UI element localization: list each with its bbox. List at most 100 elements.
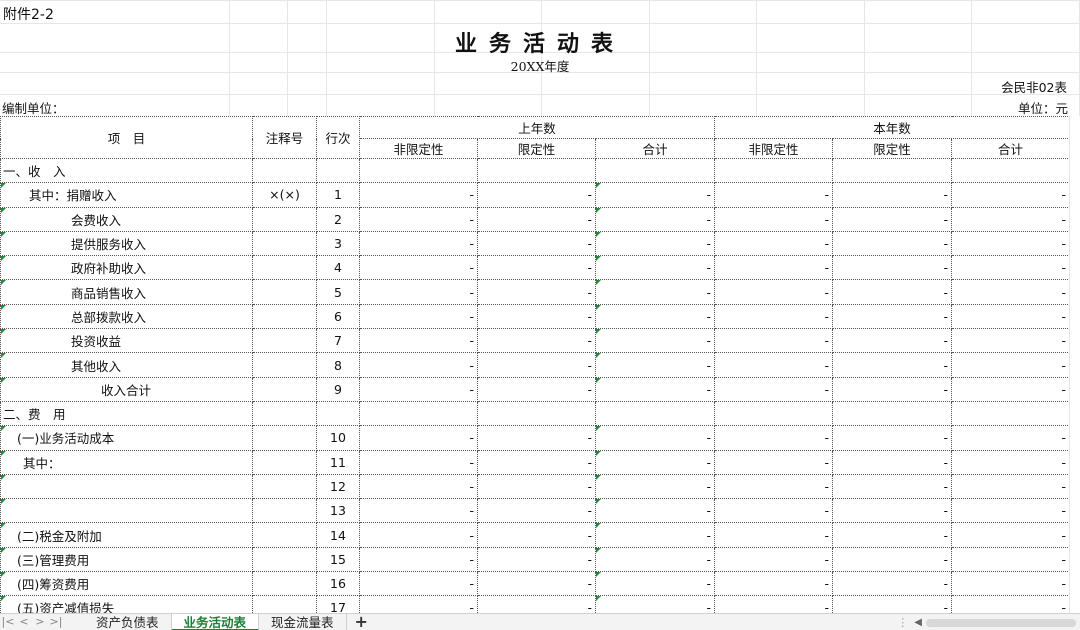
row-line-cell[interactable]: 1 (316, 182, 360, 208)
row-item-cell[interactable]: 一、收 入 (0, 157, 253, 184)
row-value-cell[interactable]: - (951, 425, 1071, 451)
row-value-cell[interactable]: - (832, 449, 953, 475)
row-value-cell[interactable]: - (832, 182, 953, 208)
row-note-cell[interactable] (252, 595, 317, 613)
row-value-cell[interactable]: - (359, 303, 478, 330)
row-value-cell[interactable]: - (714, 279, 834, 305)
row-value-cell[interactable]: - (594, 473, 716, 500)
scroll-thumb[interactable] (926, 618, 1076, 627)
row-value-cell[interactable]: - (832, 279, 953, 305)
row-value-cell[interactable]: - (714, 546, 834, 573)
row-value-cell[interactable]: - (832, 473, 953, 500)
row-value-cell[interactable]: - (832, 206, 953, 232)
row-value-cell[interactable]: - (594, 571, 716, 597)
header-this-restricted[interactable]: 限定性 (832, 138, 953, 159)
row-line-cell[interactable]: 11 (316, 449, 360, 475)
row-value-cell[interactable]: - (477, 449, 596, 475)
row-value-cell[interactable]: - (359, 571, 478, 597)
row-value-cell[interactable]: - (714, 206, 834, 232)
row-value-cell[interactable]: - (359, 279, 478, 305)
row-item-cell[interactable]: (五)资产减值损失 (0, 595, 253, 613)
row-value-cell[interactable]: - (832, 328, 953, 354)
row-value-cell[interactable]: - (594, 425, 716, 451)
row-value-cell[interactable]: - (477, 182, 596, 208)
row-item-cell[interactable] (0, 498, 253, 524)
row-item-cell[interactable]: 提供服务收入 (0, 230, 253, 257)
row-note-cell[interactable] (252, 352, 317, 378)
row-note-cell[interactable] (252, 279, 317, 305)
row-line-cell[interactable]: 2 (316, 206, 360, 232)
row-value-cell[interactable] (477, 400, 596, 427)
row-value-cell[interactable]: - (832, 498, 953, 524)
row-value-cell[interactable]: - (714, 328, 834, 354)
row-item-cell[interactable]: (四)筹资费用 (0, 571, 253, 597)
row-note-cell[interactable] (252, 546, 317, 573)
row-value-cell[interactable]: - (832, 376, 953, 402)
row-line-cell[interactable]: 4 (316, 255, 360, 281)
row-value-cell[interactable]: - (359, 473, 478, 500)
row-value-cell[interactable]: - (951, 498, 1071, 524)
row-item-cell[interactable]: 投资收益 (0, 328, 253, 354)
row-line-cell[interactable]: 5 (316, 279, 360, 305)
tab-cash-flow[interactable]: 现金流量表 (259, 614, 347, 630)
horizontal-scrollbar[interactable]: ⋮ ◀ (897, 614, 1080, 630)
row-value-cell[interactable]: - (359, 546, 478, 573)
header-last-restricted[interactable]: 限定性 (477, 138, 596, 159)
tab-activity-statement[interactable]: 业务活动表 (171, 614, 260, 630)
row-value-cell[interactable]: - (359, 230, 478, 257)
row-value-cell[interactable]: - (951, 473, 1071, 500)
row-value-cell[interactable]: - (714, 595, 834, 613)
row-value-cell[interactable]: - (951, 595, 1071, 613)
row-value-cell[interactable]: - (714, 522, 834, 548)
row-value-cell[interactable]: - (359, 425, 478, 451)
row-value-cell[interactable]: - (594, 255, 716, 281)
row-note-cell[interactable] (252, 303, 317, 330)
row-value-cell[interactable]: - (714, 425, 834, 451)
row-value-cell[interactable]: - (477, 279, 596, 305)
row-note-cell[interactable] (252, 449, 317, 475)
row-line-cell[interactable]: 10 (316, 425, 360, 451)
prev-sheet-button[interactable]: < (16, 614, 32, 630)
row-item-cell[interactable] (0, 473, 253, 500)
row-line-cell[interactable] (316, 400, 360, 427)
row-value-cell[interactable]: - (477, 255, 596, 281)
row-value-cell[interactable]: - (951, 303, 1071, 330)
row-line-cell[interactable]: 3 (316, 230, 360, 257)
row-value-cell[interactable]: - (359, 328, 478, 354)
row-value-cell[interactable] (359, 400, 478, 427)
row-note-cell[interactable] (252, 425, 317, 451)
row-value-cell[interactable]: - (951, 206, 1071, 232)
row-note-cell[interactable] (252, 157, 317, 184)
header-item[interactable]: 项 目 (0, 116, 253, 159)
row-value-cell[interactable]: - (359, 595, 478, 613)
row-value-cell[interactable]: - (359, 182, 478, 208)
row-value-cell[interactable]: - (951, 571, 1071, 597)
tab-balance-sheet[interactable]: 资产负债表 (84, 614, 172, 630)
row-value-cell[interactable]: - (594, 449, 716, 475)
row-value-cell[interactable]: - (832, 425, 953, 451)
row-value-cell[interactable]: - (714, 571, 834, 597)
row-value-cell[interactable]: - (594, 279, 716, 305)
row-item-cell[interactable]: 其他收入 (0, 352, 253, 378)
row-value-cell[interactable]: - (714, 498, 834, 524)
row-line-cell[interactable]: 14 (316, 522, 360, 548)
row-item-cell[interactable]: 其中： (0, 449, 253, 475)
row-value-cell[interactable] (832, 400, 953, 427)
row-line-cell[interactable]: 16 (316, 571, 360, 597)
row-value-cell[interactable]: - (832, 352, 953, 378)
row-value-cell[interactable]: - (714, 376, 834, 402)
header-last-total[interactable]: 合计 (594, 138, 716, 159)
header-last-year[interactable]: 上年数 (358, 116, 716, 139)
spreadsheet-sheet[interactable]: 附件2-2 业务活动表 20XX年度 会民非02表 编制单位： 单位：元 项 目… (0, 0, 1080, 613)
row-item-cell[interactable]: 二、费 用 (0, 400, 253, 427)
row-note-cell[interactable] (252, 400, 317, 427)
first-sheet-button[interactable]: |< (0, 614, 16, 630)
row-value-cell[interactable]: - (714, 255, 834, 281)
add-sheet-button[interactable]: + (347, 614, 376, 630)
row-value-cell[interactable]: - (951, 279, 1071, 305)
row-value-cell[interactable]: - (951, 449, 1071, 475)
row-value-cell[interactable]: - (951, 522, 1071, 548)
scroll-left-icon[interactable]: ◀ (914, 617, 922, 628)
row-value-cell[interactable]: - (714, 303, 834, 330)
row-value-cell[interactable]: - (359, 352, 478, 378)
